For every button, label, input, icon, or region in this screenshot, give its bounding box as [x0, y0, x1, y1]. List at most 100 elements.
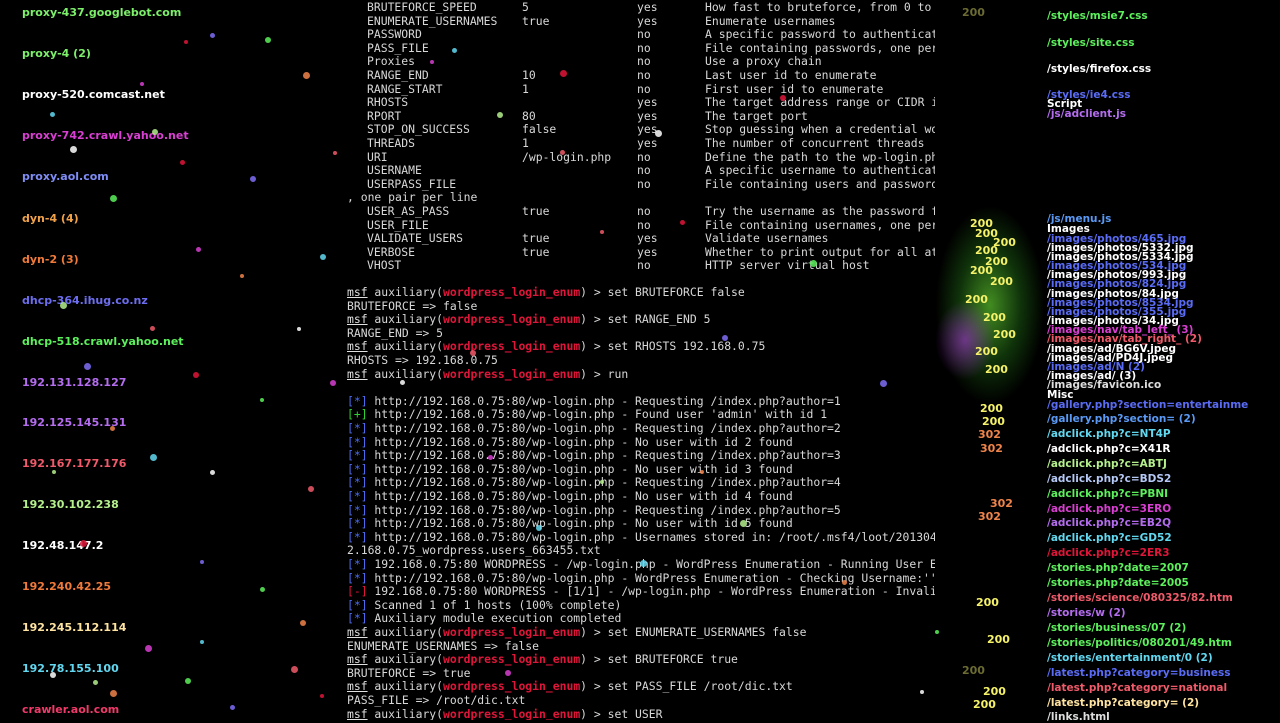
msf-prompt: msf — [347, 652, 368, 667]
request-path: /js/adclient.js — [1047, 108, 1126, 120]
option-value: /wp-login.php — [522, 149, 612, 164]
option-value: 5 — [522, 0, 529, 14]
host-label: 192.78.155.100 — [22, 662, 119, 675]
option-required: yes — [637, 244, 658, 259]
info-message: [*] http://192.168.0.75:80/wp-login.php … — [347, 503, 841, 517]
prompt-close: ) > — [580, 706, 608, 720]
option-required: yes — [637, 0, 658, 14]
host-label: proxy-520.comcast.net — [22, 88, 165, 101]
info-message: [*] http://192.168.0.75:80/wp-login.php … — [347, 530, 935, 544]
option-name: USERPASS_FILE — [367, 176, 457, 191]
prompt-module-open: auxiliary( — [367, 652, 444, 667]
command-text: set BRUTEFORCE true — [607, 652, 738, 667]
status-tag: [+] — [347, 407, 368, 422]
status-tag: [*] — [347, 421, 368, 435]
status-tag: [-] — [347, 584, 368, 599]
response-code: 200 — [983, 685, 1006, 698]
info-message: [*] http://192.168.0.75:80/wp-login.php … — [347, 435, 793, 449]
prompt-module-open: auxiliary( — [367, 366, 444, 381]
option-name: STOP_ON_SUCCESS — [367, 122, 470, 137]
option-value: 1 — [522, 81, 529, 96]
response-code: 200 — [982, 415, 1005, 428]
option-description: File containing usernames, one per — [705, 217, 935, 232]
good-message: [+] http://192.168.0.75:80/wp-login.php … — [347, 407, 827, 421]
option-name: RHOSTS — [367, 95, 409, 110]
option-value: 1 — [522, 136, 529, 150]
response-code: 200 — [976, 596, 999, 609]
host-label: dyn-4 (4) — [22, 212, 79, 225]
request-path: /stories/w (2) — [1047, 607, 1126, 619]
module-name: wordpress_login_enum — [443, 625, 581, 639]
option-description: Stop guessing when a credential wor — [705, 122, 935, 137]
option-name: URI — [367, 149, 388, 164]
option-description: Whether to print output for all att — [705, 244, 935, 259]
response-code: 200 — [962, 6, 985, 19]
option-name: PASSWORD — [367, 27, 422, 42]
response-code: 200 — [990, 275, 1013, 288]
option-required: yes — [637, 136, 658, 150]
option-required: no — [637, 68, 651, 82]
module-name: wordpress_login_enum — [443, 366, 581, 381]
message-text: Scanned 1 of 1 hosts (100% complete) — [367, 597, 622, 612]
option-name: USERNAME — [367, 163, 422, 178]
output-line: RHOSTS => 192.168.0.75 — [347, 353, 498, 367]
option-name: USER_FILE — [367, 217, 429, 232]
option-name: RANGE_END — [367, 68, 429, 82]
option-name: BRUTEFORCE_SPEED — [367, 0, 477, 14]
message-text: 192.168.0.75:80 WORDPRESS - /wp-login.ph… — [367, 557, 935, 571]
message-text: http://192.168.0.75:80/wp-login.php - Re… — [367, 448, 841, 463]
module-name: wordpress_login_enum — [443, 285, 581, 299]
msf-prompt: msf — [347, 679, 368, 694]
info-message: [*] http://192.168.0.75:80/wp-login.php … — [347, 571, 935, 585]
option-required: no — [637, 217, 651, 232]
request-path: /adclick.php?c=3ERO — [1047, 503, 1172, 515]
request-path: /latest.php?category= (2) — [1047, 697, 1200, 709]
option-required: yes — [637, 108, 658, 123]
command-line: msf auxiliary(wordpress_login_enum) > ru… — [347, 367, 628, 381]
info-message: [*] Auxiliary module execution completed — [347, 611, 621, 625]
command-line: msf auxiliary(wordpress_login_enum) > se… — [347, 312, 710, 326]
request-path: /gallery.php?section= (2) — [1047, 413, 1196, 425]
option-wrap-text: , one pair per line — [347, 190, 478, 205]
response-code: 200 — [993, 328, 1016, 341]
status-tag: [*] — [347, 393, 368, 408]
prompt-close: ) > — [580, 625, 608, 639]
module-name: wordpress_login_enum — [443, 312, 581, 327]
response-code: 302 — [980, 442, 1003, 455]
info-message: [*] Scanned 1 of 1 hosts (100% complete) — [347, 598, 621, 612]
host-label: proxy-437.googlebot.com — [22, 6, 182, 19]
command-line: msf auxiliary(wordpress_login_enum) > se… — [347, 652, 738, 666]
message-text: 192.168.0.75:80 WORDPRESS - [1/1] - /wp-… — [367, 584, 935, 599]
output-line: RANGE_END => 5 — [347, 325, 444, 340]
request-path: /stories/business/07 (2) — [1047, 622, 1187, 634]
prompt-module-open: auxiliary( — [367, 679, 444, 694]
option-name: RPORT — [367, 108, 402, 123]
prompt-close: ) > — [580, 679, 608, 694]
response-code: 200 — [973, 698, 996, 711]
command-text: set PASS_FILE /root/dic.txt — [607, 679, 793, 694]
response-code: 200 — [965, 293, 988, 306]
command-text: set RHOSTS 192.168.0.75 — [607, 339, 766, 354]
request-path: /stories/entertainment/0 (2) — [1047, 652, 1213, 664]
prompt-module-open: auxiliary( — [367, 339, 444, 354]
host-label: 192.30.102.238 — [22, 498, 119, 511]
message-text: http://192.168.0.75:80/wp-login.php - Re… — [367, 421, 841, 435]
info-message: [*] http://192.168.0.75:80/wp-login.php … — [347, 489, 793, 503]
metasploit-terminal[interactable]: BRUTEFORCE_SPEED 5 yes How fast to brutefor… — [335, 0, 935, 720]
option-required: yes — [637, 122, 658, 137]
info-message: [*] http://192.168.0.75:80/wp-login.php … — [347, 516, 793, 530]
host-label: dhcp-518.crawl.yahoo.net — [22, 335, 184, 348]
message-text: http://192.168.0.75:80/wp-login.php - Us… — [367, 529, 935, 544]
info-message: [*] http://192.168.0.75:80/wp-login.php … — [347, 394, 841, 408]
output-line: 2.168.0.75_wordpress.users_663455.txt — [347, 543, 601, 558]
option-required: no — [637, 27, 651, 42]
request-path: /latest.php?category=business — [1047, 667, 1231, 679]
response-code: 200 — [962, 664, 985, 677]
output-line: PASS_FILE => /root/dic.txt — [347, 693, 526, 707]
response-code: 200 — [987, 633, 1010, 646]
option-description: Try the username as the password fo — [705, 204, 935, 218]
info-message: [*] http://192.168.0.75:80/wp-login.php … — [347, 462, 793, 476]
module-name: wordpress_login_enum — [443, 339, 581, 354]
status-tag: [*] — [347, 461, 368, 476]
module-name: wordpress_login_enum — [443, 706, 581, 720]
